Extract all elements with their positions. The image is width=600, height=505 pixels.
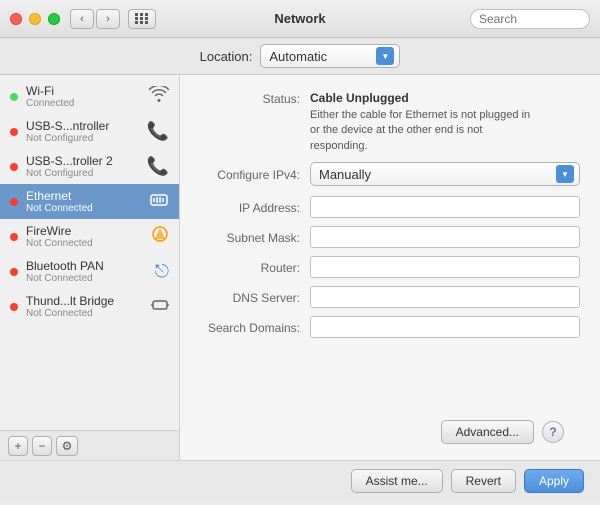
status-row: Status: Cable Unplugged Either the cable…	[200, 91, 580, 154]
sidebar-item-usb1-name: USB-S...ntroller	[26, 119, 143, 133]
add-connection-button[interactable]: +	[8, 436, 28, 456]
ip-address-input[interactable]	[310, 196, 580, 218]
phone-icon-2: 📞	[147, 156, 169, 177]
configure-ipv4-select[interactable]: Manually	[310, 162, 580, 186]
sidebar-item-thunderbolt-status: Not Connected	[26, 308, 147, 319]
sidebar-item-ethernet-name: Ethernet	[26, 189, 145, 203]
advanced-row: Advanced... ?	[200, 414, 580, 444]
dns-server-input[interactable]	[310, 286, 580, 308]
apply-button[interactable]: Apply	[524, 469, 584, 493]
sidebar-item-firewire-name: FireWire	[26, 224, 147, 238]
status-dot-usb2	[10, 163, 18, 171]
bottom-row: Assist me... Revert Apply	[0, 460, 600, 501]
window-title: Network	[274, 11, 325, 26]
sidebar-item-firewire[interactable]: FireWire Not Connected	[0, 219, 179, 254]
location-select[interactable]: Automatic	[260, 44, 400, 68]
back-button[interactable]: ‹	[70, 9, 94, 29]
router-row: Router:	[200, 256, 580, 278]
phone-icon-1: 📞	[147, 121, 169, 142]
sidebar-item-bluetooth[interactable]: Bluetooth PAN Not Connected ⎋	[0, 254, 179, 289]
sidebar-item-ethernet-status: Not Connected	[26, 203, 145, 214]
status-dot-usb1	[10, 128, 18, 136]
search-input[interactable]	[479, 12, 581, 26]
search-domains-row: Search Domains:	[200, 316, 580, 338]
sidebar-item-usb1-status: Not Configured	[26, 133, 143, 144]
status-dot-ethernet	[10, 198, 18, 206]
revert-button[interactable]: Revert	[451, 469, 516, 493]
subnet-row: Subnet Mask:	[200, 226, 580, 248]
sidebar-item-usb2-status: Not Configured	[26, 168, 143, 179]
status-dot-thunderbolt	[10, 303, 18, 311]
wifi-icon	[149, 86, 169, 107]
sidebar-item-ethernet[interactable]: Ethernet Not Connected	[0, 184, 179, 219]
sidebar-toolbar: + − ⚙	[0, 430, 179, 460]
configure-select-wrap: Manually	[310, 162, 580, 186]
dns-label: DNS Server:	[200, 290, 310, 305]
status-dot-bluetooth	[10, 268, 18, 276]
sidebar-item-bluetooth-status: Not Connected	[26, 273, 151, 284]
status-value: Cable Unplugged	[310, 91, 540, 105]
location-bar: Location: Automatic	[0, 38, 600, 75]
search-domains-label: Search Domains:	[200, 320, 310, 335]
sidebar-item-wifi[interactable]: Wi-Fi Connected	[0, 79, 179, 114]
router-label: Router:	[200, 260, 310, 275]
ip-row: IP Address:	[200, 196, 580, 218]
search-domains-input[interactable]	[310, 316, 580, 338]
status-dot-wifi	[10, 93, 18, 101]
remove-connection-button[interactable]: −	[32, 436, 52, 456]
location-label: Location:	[200, 49, 253, 64]
minimize-button[interactable]	[29, 13, 41, 25]
location-select-wrap: Automatic	[260, 44, 400, 68]
firewire-icon	[151, 225, 169, 248]
advanced-button[interactable]: Advanced...	[441, 420, 534, 444]
help-button[interactable]: ?	[542, 421, 564, 443]
sidebar: Wi-Fi Connected USB-S...ntroller Not	[0, 75, 180, 460]
detail-panel: Status: Cable Unplugged Either the cable…	[180, 75, 600, 460]
close-button[interactable]	[10, 13, 22, 25]
sidebar-item-usb2-name: USB-S...troller 2	[26, 154, 143, 168]
sidebar-list: Wi-Fi Connected USB-S...ntroller Not	[0, 75, 179, 430]
titlebar: ‹ › Network	[0, 0, 600, 38]
thunderbolt-icon	[151, 296, 169, 317]
status-dot-firewire	[10, 233, 18, 241]
forward-button[interactable]: ›	[96, 9, 120, 29]
ethernet-icon	[149, 191, 169, 212]
nav-buttons: ‹ ›	[70, 9, 120, 29]
ip-label: IP Address:	[200, 200, 310, 215]
status-description: Either the cable for Ethernet is not plu…	[310, 108, 540, 154]
sidebar-item-firewire-status: Not Connected	[26, 238, 147, 249]
configure-row: Configure IPv4: Manually	[200, 162, 580, 186]
grid-icon	[135, 13, 149, 24]
sidebar-item-wifi-status: Connected	[26, 98, 145, 109]
bluetooth-icon: ⎋	[155, 261, 169, 282]
subnet-mask-input[interactable]	[310, 226, 580, 248]
sidebar-item-bluetooth-name: Bluetooth PAN	[26, 259, 151, 273]
traffic-lights	[10, 13, 60, 25]
status-label: Status:	[200, 91, 310, 106]
configure-label: Configure IPv4:	[200, 167, 310, 182]
search-box[interactable]	[470, 9, 590, 29]
subnet-label: Subnet Mask:	[200, 230, 310, 245]
assist-button[interactable]: Assist me...	[351, 469, 443, 493]
maximize-button[interactable]	[48, 13, 60, 25]
dns-row: DNS Server:	[200, 286, 580, 308]
sidebar-item-thunderbolt-name: Thund...lt Bridge	[26, 294, 147, 308]
sidebar-item-usb1[interactable]: USB-S...ntroller Not Configured 📞	[0, 114, 179, 149]
grid-view-button[interactable]	[128, 9, 156, 29]
main-content: Wi-Fi Connected USB-S...ntroller Not	[0, 75, 600, 460]
sidebar-item-usb2[interactable]: USB-S...troller 2 Not Configured 📞	[0, 149, 179, 184]
sidebar-item-thunderbolt[interactable]: Thund...lt Bridge Not Connected	[0, 289, 179, 324]
gear-button[interactable]: ⚙	[56, 436, 78, 456]
sidebar-item-wifi-name: Wi-Fi	[26, 84, 145, 98]
router-input[interactable]	[310, 256, 580, 278]
